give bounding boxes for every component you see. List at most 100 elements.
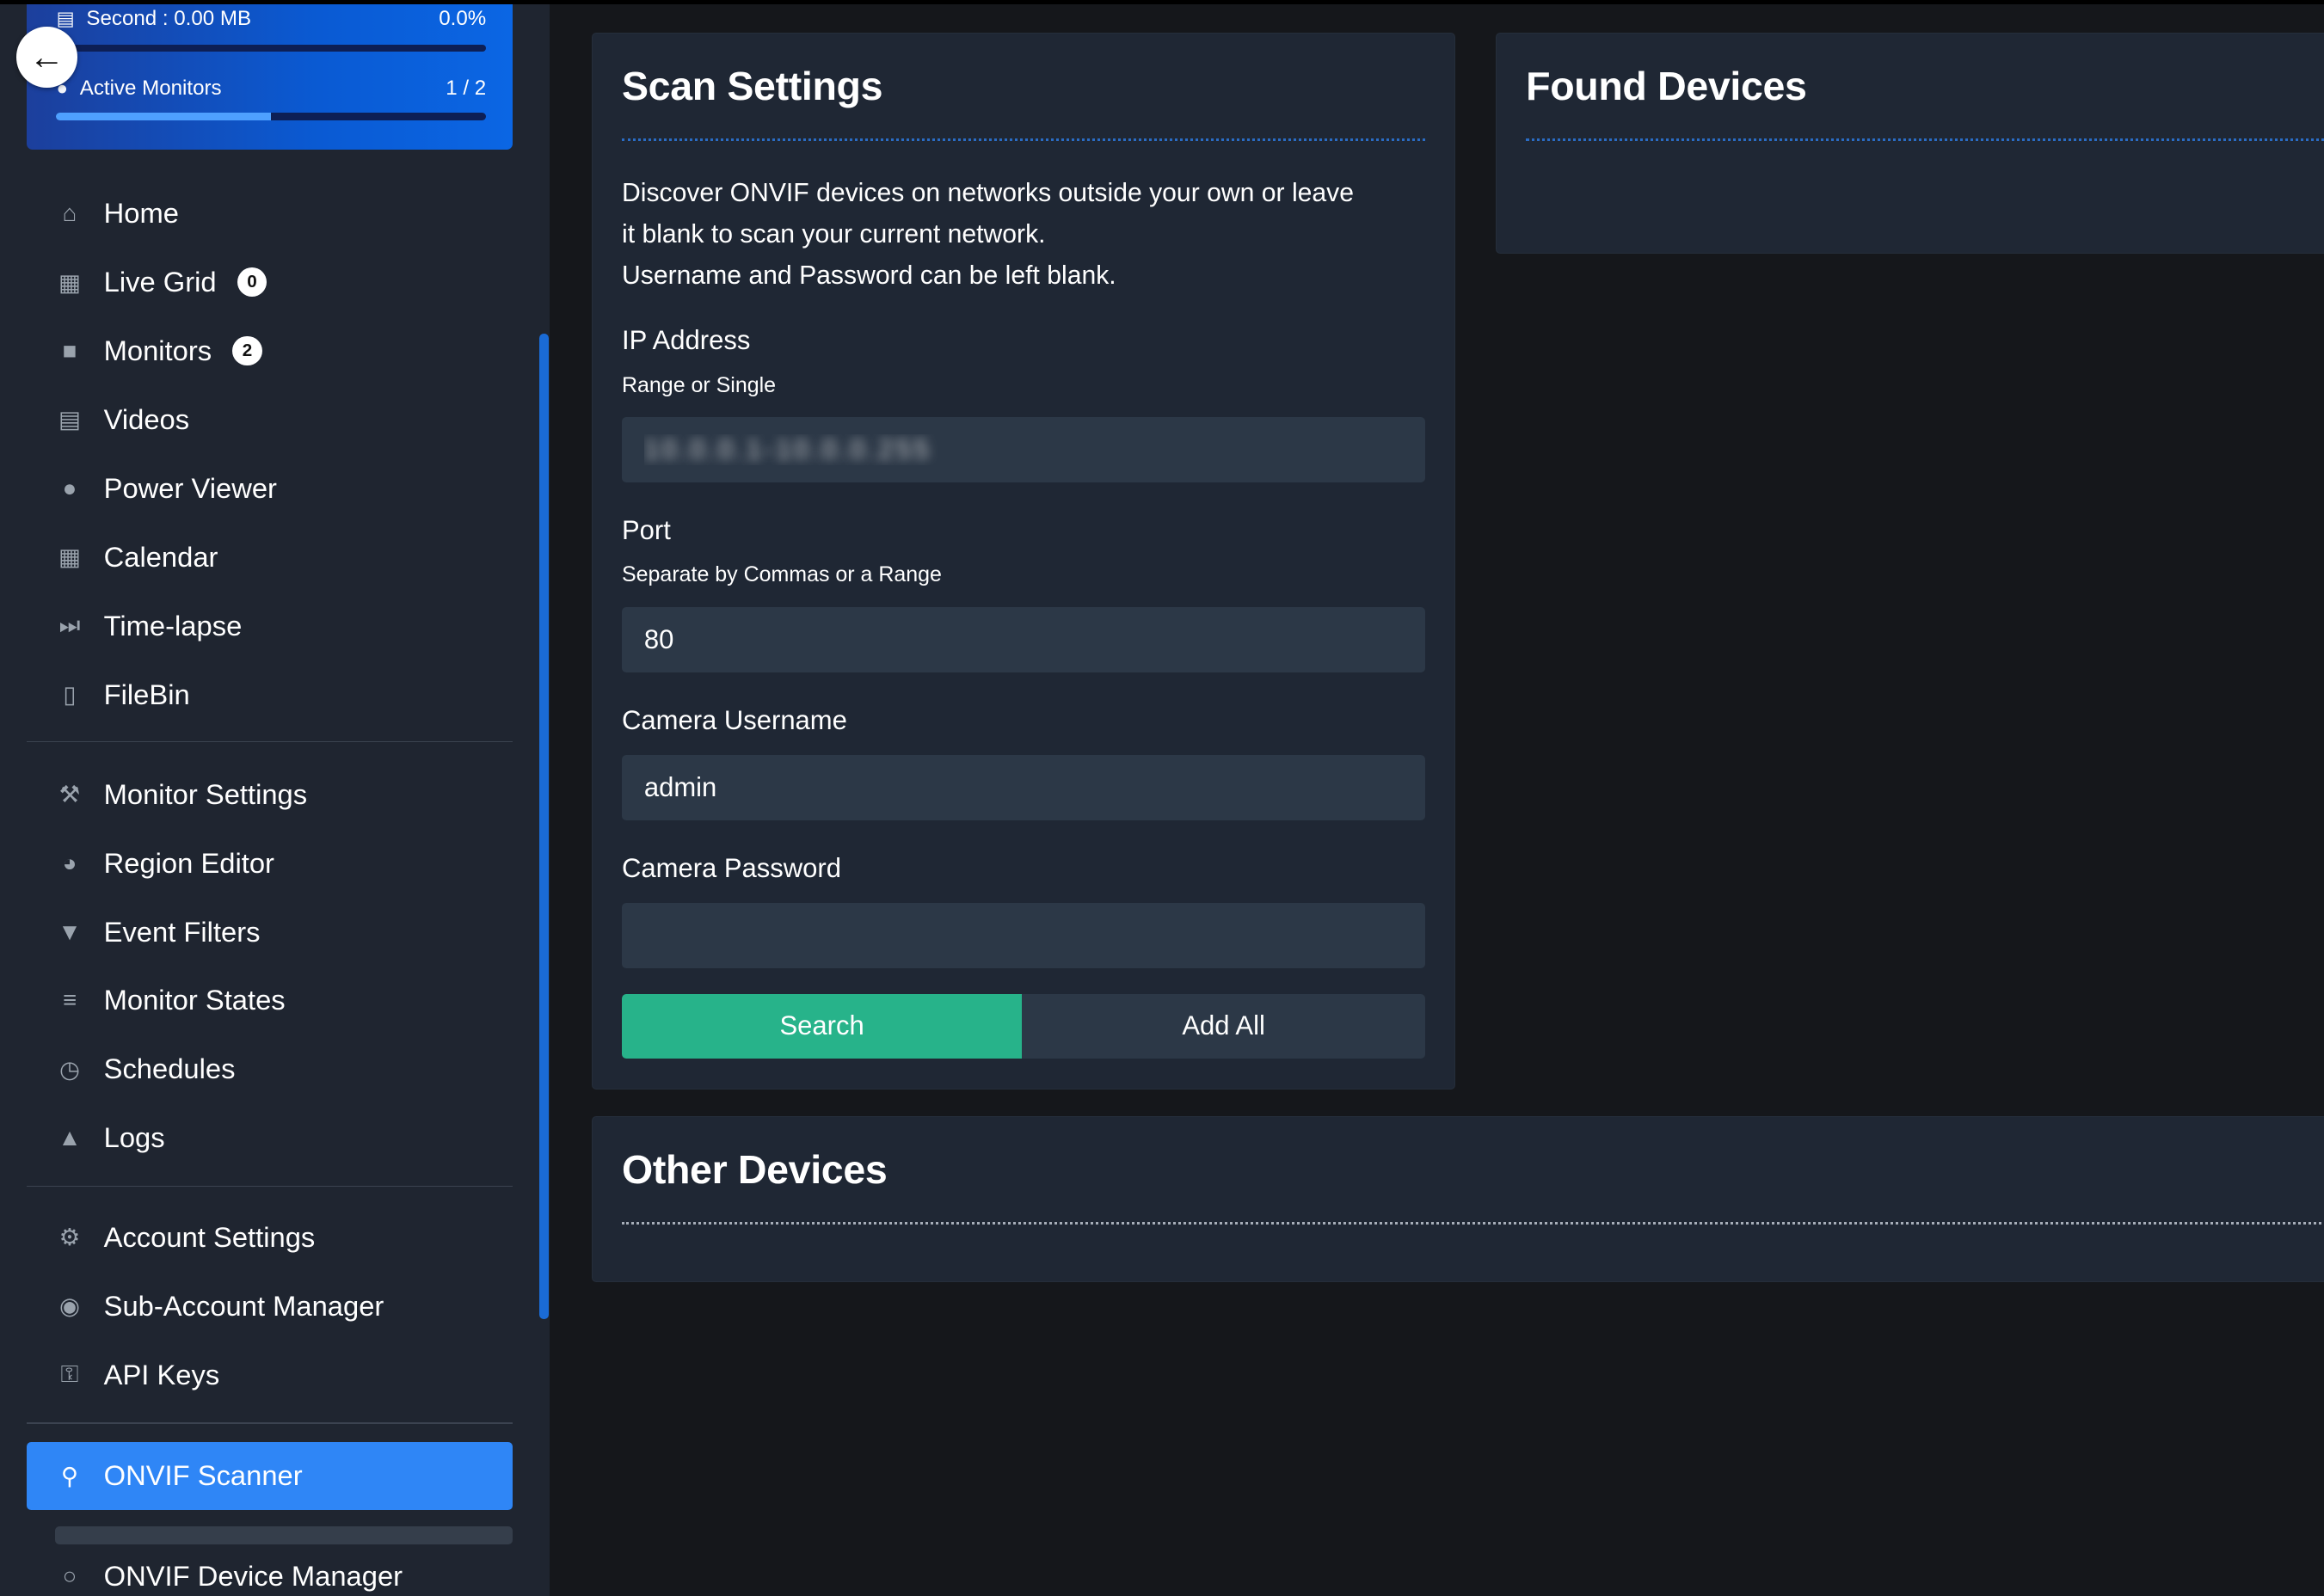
warning-icon: ▲ xyxy=(58,1124,82,1151)
wrench-icon: ⚒ xyxy=(58,781,81,808)
sidebar-item-label: Schedules xyxy=(103,1053,236,1085)
sidebar-item-calendar[interactable]: ▦ Calendar xyxy=(27,526,513,588)
sidebar-item-label: ONVIF Scanner xyxy=(103,1459,303,1492)
camera-username-input[interactable] xyxy=(622,755,1425,820)
description-line: Username and Password can be left blank. xyxy=(622,261,1116,291)
sidebar-item-onvif-scanner[interactable]: ⚲ ONVIF Scanner xyxy=(27,1441,513,1510)
scan-settings-title: Scan Settings xyxy=(622,64,883,109)
count-badge: 2 xyxy=(232,335,262,366)
search-button[interactable]: Search xyxy=(622,993,1023,1059)
sidebar-item-label: Monitor States xyxy=(103,984,286,1016)
users-icon: ◉ xyxy=(58,1292,81,1320)
sidebar-item-label: Account Settings xyxy=(103,1220,316,1253)
sidebar-item-label: Calendar xyxy=(103,540,218,573)
sidebar-item-monitor-states[interactable]: ≡ Monitor States xyxy=(27,969,513,1031)
search-icon: ⚲ xyxy=(60,1462,79,1489)
gears-icon: ⚙ xyxy=(58,1224,81,1251)
sidebar-item-videos[interactable]: ▤ Videos xyxy=(27,389,513,451)
sidebar-item-label: ONVIF Device Manager xyxy=(103,1560,403,1593)
monitors-progress-bar xyxy=(56,112,487,120)
port-input[interactable] xyxy=(622,606,1425,672)
key-icon: ⚿ xyxy=(60,1360,79,1388)
sidebar-item-schedules[interactable]: ◷ Schedules xyxy=(27,1038,513,1100)
sidebar-item-monitors[interactable]: ■ Monitors 2 xyxy=(27,320,513,382)
grid-icon: ▦ xyxy=(58,268,81,296)
filter-icon: ▼ xyxy=(58,918,82,945)
sidebar-item-label: Live Grid xyxy=(103,266,217,298)
sidebar-item-label: Logs xyxy=(103,1121,165,1154)
sidebar-item-account-settings[interactable]: ⚙ Account Settings xyxy=(27,1206,513,1268)
fast-forward-icon: ⏭ xyxy=(58,611,81,639)
other-devices-panel: Other Devices xyxy=(591,1115,2324,1282)
circle-icon: ○ xyxy=(62,1562,77,1590)
sidebar-item-time-lapse[interactable]: ⏭ Time-lapse xyxy=(27,595,513,657)
compass-icon: ◕ xyxy=(62,849,77,876)
back-button[interactable]: ← xyxy=(15,27,77,88)
sidebar-item-filebin[interactable]: ▯ FileBin xyxy=(27,664,513,726)
port-label: Port xyxy=(622,514,671,545)
sidebar-item-label: Event Filters xyxy=(103,915,261,948)
sidebar-item-label: Power Viewer xyxy=(103,471,277,504)
storage-value: 0.0% xyxy=(439,7,487,31)
title-rule xyxy=(622,1221,2324,1225)
sidebar-item-region-editor[interactable]: ◕ Region Editor xyxy=(27,832,513,893)
sidebar-item-api-keys[interactable]: ⚿ API Keys xyxy=(27,1344,513,1406)
description-line: Discover ONVIF devices on networks outsi… xyxy=(622,178,1355,207)
ip-address-input[interactable] xyxy=(622,417,1425,483)
sidebar-item-onvif-device-manager[interactable]: ○ ONVIF Device Manager xyxy=(27,1545,513,1596)
sidebar: ▤ Second : 0.00 MB 0.0% ● Active Monitor… xyxy=(0,4,550,1596)
ip-address-label: IP Address xyxy=(622,325,751,356)
camera-password-label: Camera Password xyxy=(622,852,841,883)
scan-description: Discover ONVIF devices on networks outsi… xyxy=(622,173,1423,298)
found-devices-panel: Found Devices xyxy=(1495,32,2324,254)
sidebar-divider xyxy=(27,740,513,743)
sidebar-item-power-viewer[interactable]: ● Power Viewer xyxy=(27,457,513,519)
storage-stat-row: ▤ Second : 0.00 MB 0.0% xyxy=(56,4,486,34)
ip-address-hint: Range or Single xyxy=(622,372,777,397)
sidebar-item-live-grid[interactable]: ▦ Live Grid 0 xyxy=(27,251,513,313)
found-devices-title: Found Devices xyxy=(1526,64,1807,109)
film-icon: ▤ xyxy=(58,406,81,433)
add-all-button[interactable]: Add All xyxy=(1022,993,1425,1059)
storage-progress-bar xyxy=(56,44,487,52)
port-hint: Separate by Commas or a Range xyxy=(622,562,942,587)
active-monitors-label: Active Monitors xyxy=(79,77,222,101)
sidebar-divider xyxy=(27,1422,513,1424)
sidebar-item-logs[interactable]: ▲ Logs xyxy=(27,1107,513,1169)
sidebar-scrollbar[interactable] xyxy=(539,333,549,1319)
map-pin-icon: ● xyxy=(62,474,77,501)
camera-username-label: Camera Username xyxy=(622,704,847,735)
app-root: ▤ Second : 0.00 MB 0.0% ● Active Monitor… xyxy=(0,0,2324,1596)
sidebar-item-event-filters[interactable]: ▼ Event Filters xyxy=(27,900,513,962)
sidebar-item-label: API Keys xyxy=(103,1358,220,1390)
title-rule xyxy=(1526,138,2324,141)
file-icon: ▯ xyxy=(63,681,77,709)
description-line: it blank to scan your current network. xyxy=(622,220,1046,249)
sidebar-item-label: FileBin xyxy=(103,678,190,710)
calendar-icon: ▦ xyxy=(58,543,81,571)
sidebar-divider xyxy=(27,1185,513,1188)
active-monitors-value: 1 / 2 xyxy=(446,77,487,101)
video-camera-icon: ■ xyxy=(62,337,77,365)
home-icon: ⌂ xyxy=(62,200,77,227)
sidebar-item-label: Region Editor xyxy=(103,846,274,879)
sidebar-item-label: Monitor Settings xyxy=(103,777,308,810)
monitors-stat-row: ● Active Monitors 1 / 2 xyxy=(56,74,486,103)
storage-label: Second : 0.00 MB xyxy=(86,7,252,31)
hard-drive-icon: ▤ xyxy=(56,8,75,30)
submenu-bar xyxy=(54,1525,513,1544)
camera-password-input[interactable] xyxy=(622,903,1425,969)
monitors-progress-fill xyxy=(56,112,272,120)
count-badge: 0 xyxy=(237,267,267,298)
sidebar-item-monitor-settings[interactable]: ⚒ Monitor Settings xyxy=(27,763,513,825)
scan-settings-panel: Scan Settings Discover ONVIF devices on … xyxy=(591,32,1456,1090)
sidebar-item-sub-account-manager[interactable]: ◉ Sub-Account Manager xyxy=(27,1275,513,1337)
clock-icon: ◷ xyxy=(58,1055,81,1083)
sidebar-item-label: Sub-Account Manager xyxy=(103,1289,384,1322)
sidebar-item-label: Monitors xyxy=(103,335,212,367)
title-rule xyxy=(622,138,1425,141)
list-icon: ≡ xyxy=(62,986,77,1014)
sidebar-item-home[interactable]: ⌂ Home xyxy=(27,182,513,244)
sidebar-item-label: Videos xyxy=(103,402,190,435)
arrow-left-icon: ← xyxy=(28,36,65,77)
